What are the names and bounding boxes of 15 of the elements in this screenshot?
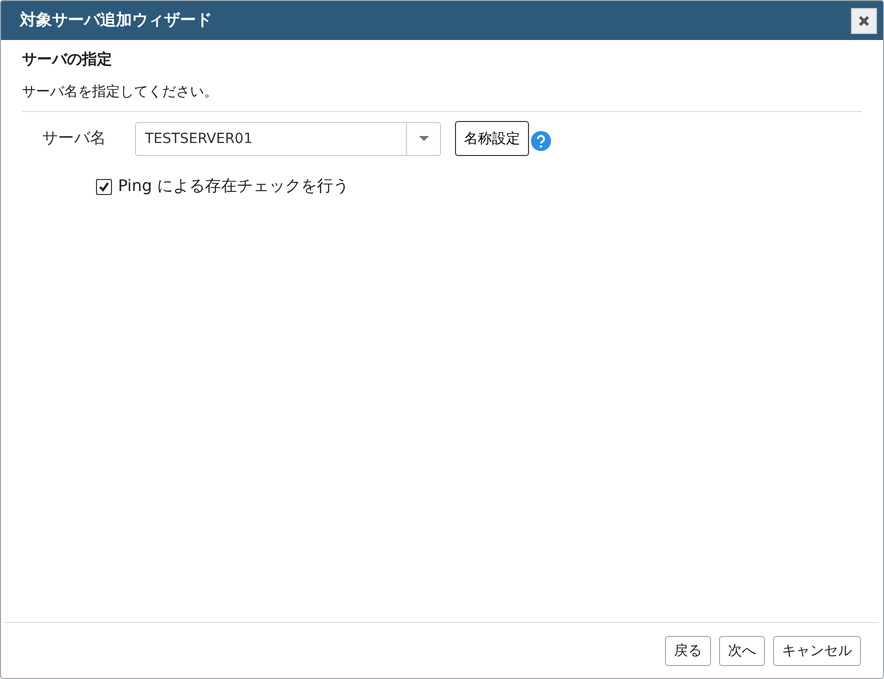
footer-button[interactable]: キャンセル xyxy=(773,636,861,666)
field-label: サーバ名 xyxy=(42,128,107,149)
window-title: 対象サーバ追加ウィザード xyxy=(20,10,212,31)
checkbox-label: Ping による存在チェックを行う xyxy=(118,176,350,197)
close-icon xyxy=(858,14,870,26)
footer-button[interactable]: 戻る xyxy=(665,636,711,666)
close-button[interactable] xyxy=(851,8,877,34)
checkbox[interactable] xyxy=(96,178,112,194)
footer-button[interactable]: 次へ xyxy=(719,636,765,666)
section-heading: サーバの指定 xyxy=(22,50,113,69)
section-description: サーバ名を指定してください。 xyxy=(22,83,219,101)
help-icon[interactable] xyxy=(531,130,551,150)
naming-button[interactable]: 名称設定 xyxy=(455,121,529,156)
server-name-field[interactable]: TESTSERVER01 xyxy=(135,122,407,156)
caret-icon xyxy=(418,136,428,142)
